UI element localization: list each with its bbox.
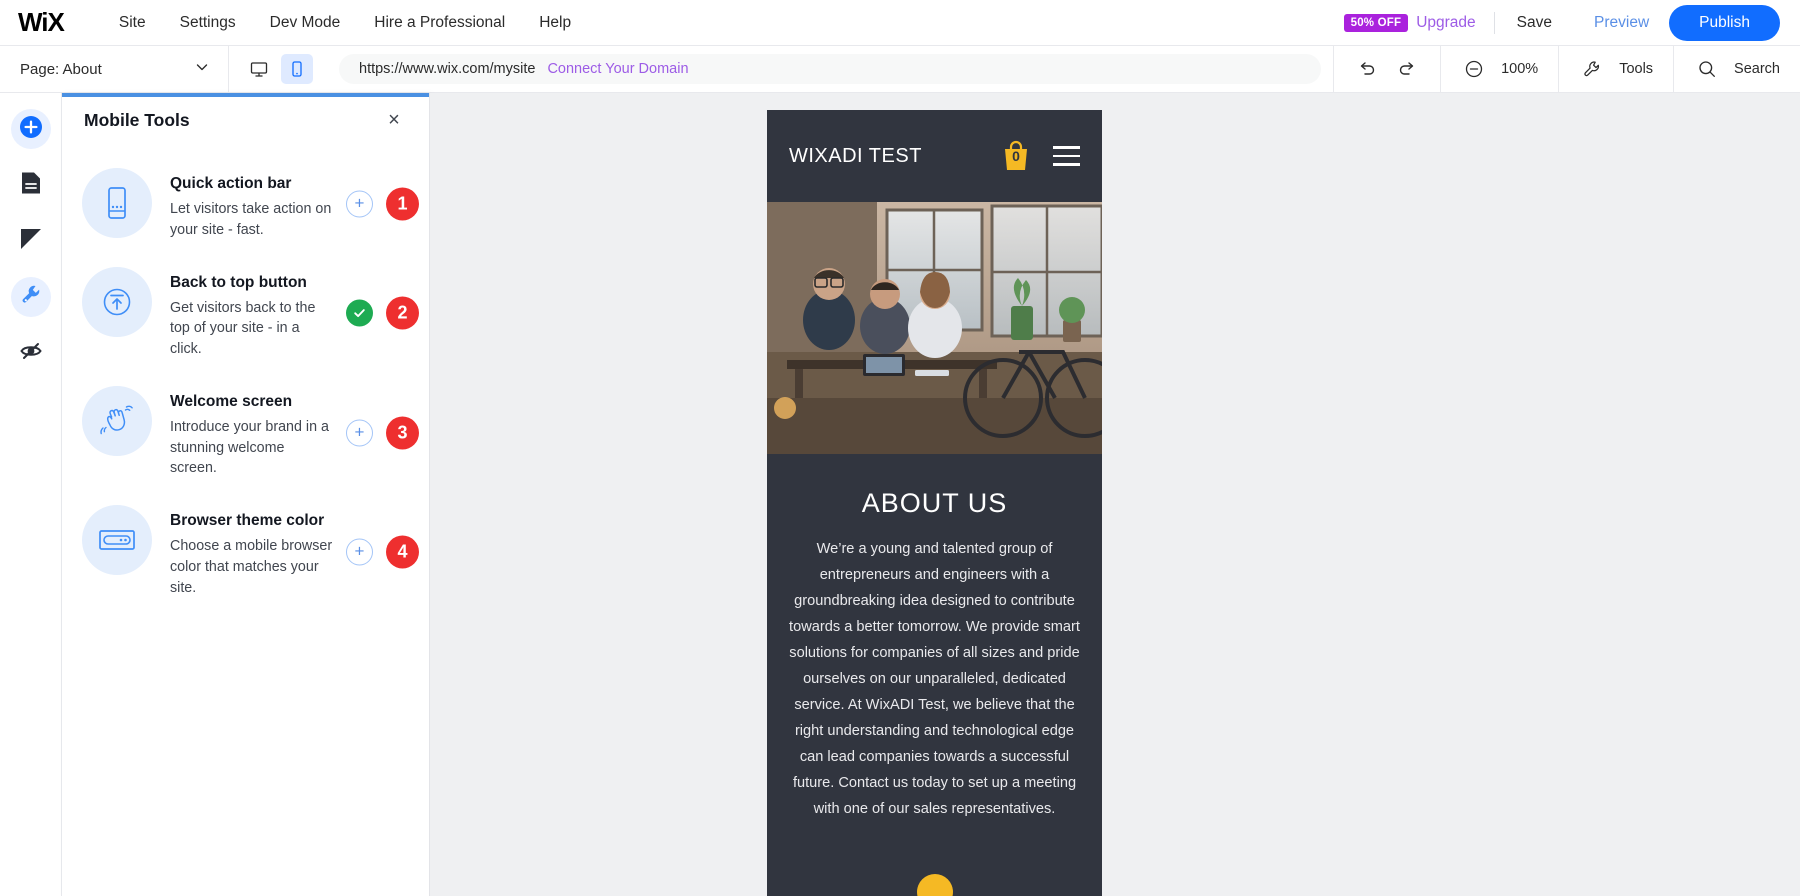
left-icon-rail bbox=[0, 93, 62, 896]
mobile-tools-list: Quick action bar Let visitors take actio… bbox=[62, 143, 429, 611]
arrow-up-icon bbox=[82, 266, 152, 337]
search-button[interactable]: Search bbox=[1674, 46, 1800, 93]
annotation-badge: 1 bbox=[386, 187, 419, 221]
tool-action: + bbox=[346, 190, 373, 218]
upgrade-button[interactable]: Upgrade bbox=[1416, 14, 1493, 32]
enabled-check-icon[interactable] bbox=[346, 299, 373, 327]
add-button[interactable]: + bbox=[346, 538, 373, 566]
hero-image bbox=[767, 202, 1102, 454]
tool-name: Welcome screen bbox=[170, 392, 293, 410]
browser-bar-icon bbox=[82, 505, 152, 576]
top-actions: 50% OFF Upgrade Save Preview Publish bbox=[1343, 4, 1780, 41]
save-button[interactable]: Save bbox=[1495, 14, 1574, 32]
list-item[interactable]: Quick action bar Let visitors take actio… bbox=[62, 155, 429, 254]
desktop-view-button[interactable] bbox=[243, 54, 275, 84]
zoom-out-icon[interactable] bbox=[1461, 56, 1487, 82]
tool-action: + bbox=[346, 419, 373, 447]
site-header-actions: 0 bbox=[1001, 139, 1080, 173]
editor-stage: WIXADI TEST 0 ABOUT US We’re a young and… bbox=[430, 93, 1800, 896]
tool-name: Back to top button bbox=[170, 273, 307, 291]
sidebar-item-mobile-tools[interactable] bbox=[3, 275, 59, 319]
annotation-badge: 2 bbox=[386, 296, 419, 330]
menu-item-hire-a-professional[interactable]: Hire a Professional bbox=[357, 8, 522, 38]
list-item-text: Quick action bar Let visitors take actio… bbox=[170, 168, 335, 241]
sidebar-item-hidden-elements[interactable] bbox=[3, 331, 59, 375]
redo-icon[interactable] bbox=[1394, 56, 1420, 82]
about-body: We’re a young and talented group of entr… bbox=[789, 541, 1080, 817]
list-item[interactable]: Back to top button Get visitors back to … bbox=[62, 254, 429, 373]
page-icon bbox=[20, 171, 42, 200]
tool-description: Let visitors take action on your site - … bbox=[170, 201, 332, 238]
tool-description: Introduce your brand in a stunning welco… bbox=[170, 419, 329, 477]
zoom-control[interactable]: 100% bbox=[1441, 46, 1558, 93]
page-selector-label: Page: About bbox=[20, 60, 102, 78]
editor-toolbar: Page: About https://www.wix.com/mysite C… bbox=[0, 45, 1800, 93]
annotation-badge: 3 bbox=[386, 416, 419, 450]
waving-hand-icon bbox=[82, 385, 152, 456]
wrench-icon bbox=[1579, 56, 1605, 82]
list-item-text: Browser theme color Choose a mobile brow… bbox=[170, 505, 335, 598]
search-icon bbox=[1694, 56, 1720, 82]
list-item-text: Back to top button Get visitors back to … bbox=[170, 267, 335, 360]
phone-action-icon bbox=[82, 168, 152, 238]
menu-item-site[interactable]: Site bbox=[102, 8, 163, 38]
mobile-tools-panel: Mobile Tools × Quick action bar Let visi… bbox=[62, 93, 430, 896]
tool-name: Quick action bar bbox=[170, 175, 292, 192]
panel-header: Mobile Tools × bbox=[62, 97, 429, 143]
shopping-bag-icon[interactable]: 0 bbox=[1001, 139, 1031, 173]
tool-action: + bbox=[346, 538, 373, 566]
theme-icon bbox=[20, 228, 42, 255]
hamburger-menu-icon[interactable] bbox=[1053, 146, 1080, 166]
tool-action bbox=[346, 299, 373, 327]
tool-description: Choose a mobile browser color that match… bbox=[170, 538, 333, 596]
page-selector[interactable]: Page: About bbox=[0, 46, 228, 93]
menu-item-dev-mode[interactable]: Dev Mode bbox=[253, 8, 358, 38]
undo-icon[interactable] bbox=[1354, 56, 1380, 82]
back-to-top-button[interactable] bbox=[916, 874, 953, 896]
publish-button[interactable]: Publish bbox=[1669, 4, 1780, 41]
plus-icon bbox=[18, 114, 44, 145]
tools-button[interactable]: Tools bbox=[1559, 46, 1673, 93]
sidebar-item-site-pages[interactable] bbox=[3, 163, 59, 207]
close-icon[interactable]: × bbox=[381, 107, 407, 133]
about-title: ABOUT US bbox=[861, 488, 1008, 518]
site-url-text: https://www.wix.com/mysite bbox=[359, 61, 536, 77]
add-button[interactable]: + bbox=[346, 190, 373, 218]
mobile-view-button[interactable] bbox=[281, 54, 313, 84]
search-label: Search bbox=[1734, 61, 1780, 77]
annotation-badge: 4 bbox=[386, 535, 419, 569]
connect-domain-link[interactable]: Connect Your Domain bbox=[547, 61, 688, 77]
preview-button[interactable]: Preview bbox=[1574, 14, 1669, 32]
panel-title: Mobile Tools bbox=[84, 109, 190, 130]
chevron-down-icon bbox=[194, 59, 210, 79]
top-menu-bar: WiX Site Settings Dev Mode Hire a Profes… bbox=[0, 0, 1800, 46]
wix-logo[interactable]: WiX bbox=[18, 7, 65, 38]
cart-count: 0 bbox=[1012, 148, 1020, 164]
wrench-icon bbox=[19, 283, 43, 312]
site-title: WIXADI TEST bbox=[789, 144, 922, 167]
add-button[interactable]: + bbox=[346, 419, 373, 447]
tool-description: Get visitors back to the top of your sit… bbox=[170, 299, 316, 358]
menu-item-settings[interactable]: Settings bbox=[163, 8, 253, 38]
list-item[interactable]: Welcome screen Introduce your brand in a… bbox=[62, 373, 429, 492]
sidebar-item-add-elements[interactable] bbox=[3, 107, 59, 151]
device-switcher bbox=[229, 54, 327, 84]
tools-label: Tools bbox=[1619, 61, 1654, 77]
discount-badge: 50% OFF bbox=[1343, 13, 1409, 32]
tool-name: Browser theme color bbox=[170, 512, 325, 530]
site-header: WIXADI TEST 0 bbox=[767, 110, 1102, 202]
about-section: ABOUT US We’re a young and talented grou… bbox=[767, 454, 1102, 841]
list-item[interactable]: Browser theme color Choose a mobile brow… bbox=[62, 492, 429, 611]
menu-item-help[interactable]: Help bbox=[522, 8, 588, 38]
history-controls bbox=[1334, 46, 1440, 93]
sidebar-item-site-design[interactable] bbox=[3, 219, 59, 263]
mobile-preview-frame[interactable]: WIXADI TEST 0 ABOUT US We’re a young and… bbox=[767, 110, 1102, 896]
site-url-bar[interactable]: https://www.wix.com/mysite Connect Your … bbox=[339, 54, 1322, 84]
eye-slash-icon bbox=[19, 340, 43, 367]
zoom-level-label: 100% bbox=[1501, 61, 1539, 77]
main-menu: Site Settings Dev Mode Hire a Profession… bbox=[102, 8, 588, 38]
list-item-text: Welcome screen Introduce your brand in a… bbox=[170, 386, 335, 479]
